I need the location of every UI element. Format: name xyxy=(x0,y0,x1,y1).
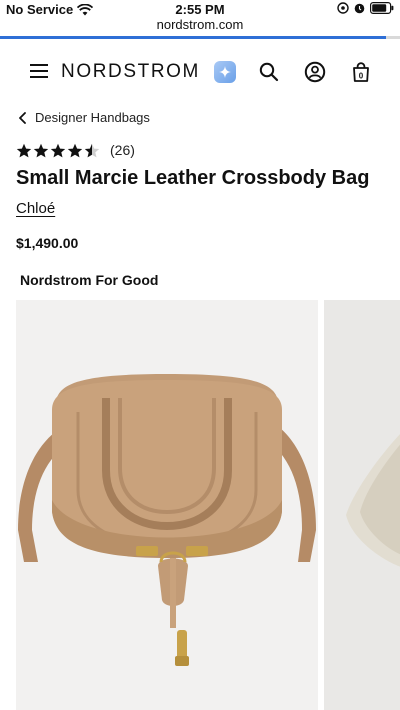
menu-icon[interactable] xyxy=(30,64,48,78)
product-title: Small Marcie Leather Crossbody Bag xyxy=(16,167,370,189)
bag-icon[interactable]: 0 xyxy=(350,61,372,83)
star-icon xyxy=(67,143,83,157)
breadcrumb[interactable]: Designer Handbags xyxy=(18,110,150,125)
product-rating[interactable]: (26) xyxy=(16,142,135,158)
product-image-main[interactable] xyxy=(16,300,318,710)
search-icon[interactable] xyxy=(258,61,280,83)
breadcrumb-label: Designer Handbags xyxy=(35,110,150,125)
bag-count: 0 xyxy=(359,71,364,80)
handbag-illustration xyxy=(18,374,316,666)
star-icon xyxy=(50,143,66,157)
battery-icon xyxy=(370,2,394,14)
product-price: $1,490.00 xyxy=(16,235,79,251)
status-bar: No Service 2:55 PM nordstrom.com xyxy=(0,0,400,32)
status-icons xyxy=(337,2,394,14)
chevron-left-icon xyxy=(19,111,26,124)
rating-stars xyxy=(16,143,100,158)
address-bar-url[interactable]: nordstrom.com xyxy=(0,17,400,32)
account-icon[interactable] xyxy=(304,61,326,83)
site-header: NORDSTROM 0 xyxy=(0,39,400,105)
star-icon xyxy=(33,143,49,157)
screen-lock-icon xyxy=(337,2,349,14)
brand-link[interactable]: Chloé xyxy=(16,200,55,217)
nordstrom-logo[interactable]: NORDSTROM xyxy=(61,61,200,83)
star-icon xyxy=(16,143,32,157)
star-icon xyxy=(84,143,100,157)
nordstrom-for-good-label[interactable]: Nordstrom For Good xyxy=(20,272,158,288)
alarm-icon xyxy=(354,3,365,13)
product-image-next[interactable] xyxy=(324,300,400,710)
review-count[interactable]: (26) xyxy=(110,142,135,158)
ai-sparkle-icon[interactable] xyxy=(214,61,236,83)
model-photo-preview xyxy=(346,434,400,567)
product-image-carousel[interactable] xyxy=(16,300,400,710)
